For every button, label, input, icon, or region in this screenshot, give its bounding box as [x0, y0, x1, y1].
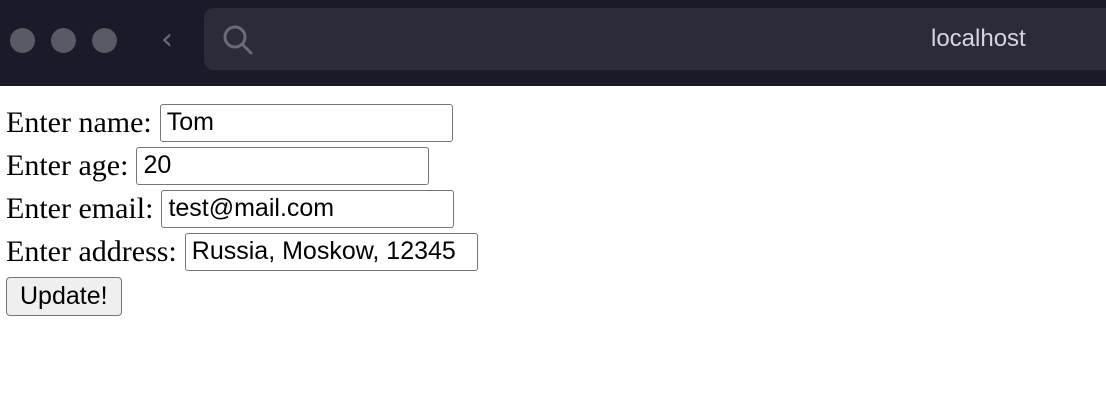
address-input[interactable] — [184, 232, 478, 271]
maximize-window-dot[interactable] — [92, 28, 117, 53]
minimize-window-dot[interactable] — [51, 28, 76, 53]
url-text: localhost — [931, 25, 1026, 52]
address-row: Enter address: — [6, 230, 478, 273]
back-chevron-icon[interactable]: ‹ — [154, 22, 180, 58]
name-row: Enter name: — [6, 101, 478, 144]
address-bar[interactable]: localhost — [204, 8, 1106, 70]
address-label: Enter address: — [6, 234, 177, 268]
email-row: Enter email: — [6, 187, 478, 230]
email-label: Enter email: — [6, 191, 154, 225]
close-window-dot[interactable] — [10, 28, 35, 53]
name-label: Enter name: — [6, 105, 152, 139]
age-input[interactable] — [136, 146, 430, 185]
update-button[interactable]: Update! — [6, 277, 122, 316]
age-row: Enter age: — [6, 144, 478, 187]
browser-toolbar: ‹ localhost — [0, 0, 1106, 86]
user-form: Enter name: Enter age: Enter email: Ente… — [6, 101, 478, 316]
email-input[interactable] — [161, 189, 455, 228]
search-icon — [223, 25, 253, 55]
age-label: Enter age: — [6, 148, 129, 182]
name-input[interactable] — [159, 103, 453, 142]
